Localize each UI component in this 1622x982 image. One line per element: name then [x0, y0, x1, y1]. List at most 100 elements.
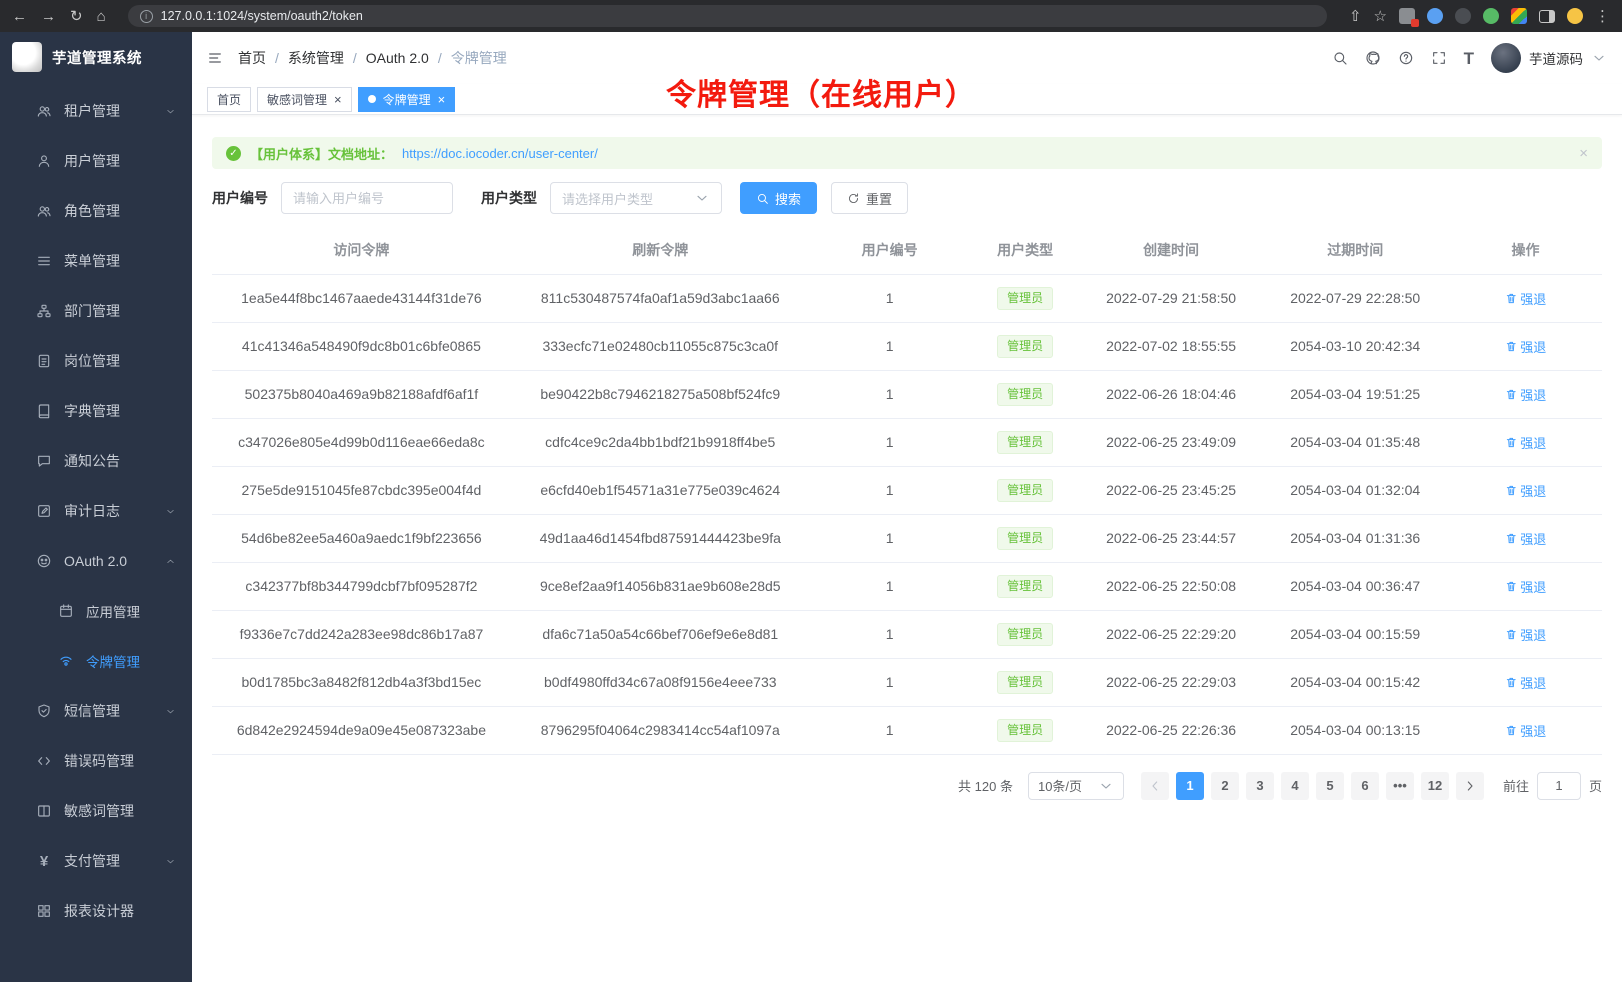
sidebar-item-user[interactable]: 用户管理 [0, 136, 192, 186]
doc-link[interactable]: https://doc.iocoder.cn/user-center/ [402, 146, 598, 161]
code-icon [36, 753, 52, 769]
breadcrumb-current: 令牌管理 [451, 48, 507, 68]
forward-button[interactable]: → [41, 9, 56, 24]
sidebar-item-label: 敏感词管理 [64, 801, 134, 821]
site-info-icon[interactable]: i [140, 10, 153, 23]
address-bar[interactable]: i 127.0.0.1:1024/system/oauth2/token [128, 5, 1327, 27]
prev-page-button[interactable] [1141, 772, 1169, 800]
table-row: 41c41346a548490f9dc8b01c6bfe0865 333ecfc… [212, 322, 1602, 370]
sidebar-item-report-designer[interactable]: 报表设计器 [0, 886, 192, 936]
app-logo[interactable]: 芋道管理系统 [0, 32, 192, 82]
create-time-cell: 2022-06-25 23:45:25 [1081, 466, 1262, 514]
user-type-badge: 管理员 [997, 527, 1053, 550]
extension-icon[interactable] [1427, 8, 1443, 24]
home-button[interactable]: ⌂ [97, 9, 106, 24]
github-icon[interactable] [1365, 50, 1381, 66]
page-button-12[interactable]: 12 [1421, 772, 1449, 800]
extension-icon[interactable] [1483, 8, 1499, 24]
force-logout-button[interactable]: 强退 [1505, 673, 1547, 692]
sidebar-item-oauth2[interactable]: OAuth 2.0 [0, 536, 192, 586]
extension-badge [1411, 19, 1419, 27]
force-logout-button[interactable]: 强退 [1505, 721, 1547, 740]
page-size-select[interactable]: 10条/页 [1028, 772, 1124, 800]
sidebar-item-tenant[interactable]: 租户管理 [0, 86, 192, 136]
sidebar-item-notice[interactable]: 通知公告 [0, 436, 192, 486]
page-button-4[interactable]: 4 [1281, 772, 1309, 800]
extension-icon[interactable] [1399, 8, 1415, 24]
help-icon[interactable] [1398, 50, 1414, 66]
sidebar-item-pay[interactable]: ¥ 支付管理 [0, 836, 192, 886]
sidebar-item-dict[interactable]: 字典管理 [0, 386, 192, 436]
sidebar-item-label: 令牌管理 [86, 651, 140, 671]
list-icon [36, 253, 52, 269]
user-id-input[interactable] [281, 182, 453, 214]
sidebar-item-audit-log[interactable]: 审计日志 [0, 486, 192, 536]
sidebar-item-dept[interactable]: 部门管理 [0, 286, 192, 336]
breadcrumb-oauth2[interactable]: OAuth 2.0 [366, 50, 451, 66]
extension-icon[interactable] [1455, 8, 1471, 24]
profile-avatar-icon[interactable] [1567, 8, 1583, 24]
sidebar-item-post[interactable]: 岗位管理 [0, 336, 192, 386]
page-button-2[interactable]: 2 [1211, 772, 1239, 800]
force-logout-button[interactable]: 强退 [1505, 433, 1547, 452]
broadcast-icon [58, 653, 74, 669]
trash-icon [1505, 292, 1518, 305]
breadcrumb-home[interactable]: 首页 [238, 48, 288, 68]
tab-home[interactable]: 首页 [207, 87, 251, 112]
sidebar-item-oauth2-token[interactable]: 令牌管理 [0, 636, 192, 686]
sidebar-item-label: 审计日志 [64, 501, 120, 521]
share-icon[interactable]: ⇧ [1349, 9, 1362, 24]
refresh-token-cell: 333ecfc71e02480cb11055c875c3ca0f [511, 322, 810, 370]
force-logout-button[interactable]: 强退 [1505, 481, 1547, 500]
font-size-icon[interactable]: T [1464, 50, 1474, 67]
browser-menu-icon[interactable]: ⋮ [1595, 9, 1610, 24]
search-button[interactable]: 搜索 [740, 182, 817, 214]
force-logout-label: 强退 [1520, 721, 1546, 740]
force-logout-button[interactable]: 强退 [1505, 385, 1547, 404]
bookmark-star-icon[interactable]: ☆ [1374, 9, 1387, 24]
sidebar-item-role[interactable]: 角色管理 [0, 186, 192, 236]
back-button[interactable]: ← [12, 9, 27, 24]
tab-sensitive-word[interactable]: 敏感词管理 × [257, 87, 352, 112]
sidebar-item-error-code[interactable]: 错误码管理 [0, 736, 192, 786]
user-menu[interactable]: 芋道源码 [1491, 43, 1607, 73]
goto-page-input[interactable] [1537, 772, 1581, 800]
force-logout-button[interactable]: 强退 [1505, 337, 1547, 356]
sidebar-item-menu[interactable]: 菜单管理 [0, 236, 192, 286]
force-logout-button[interactable]: 强退 [1505, 529, 1547, 548]
collapse-sidebar-icon[interactable] [207, 50, 223, 66]
alert-close-icon[interactable]: × [1579, 145, 1588, 162]
sidebar-item-label: 岗位管理 [64, 351, 120, 371]
close-icon[interactable]: × [334, 93, 342, 106]
trash-icon [1505, 436, 1518, 449]
force-logout-button[interactable]: 强退 [1505, 289, 1547, 308]
page-button-6[interactable]: 6 [1351, 772, 1379, 800]
success-check-icon: ✓ [226, 146, 241, 161]
sidebar-item-oauth2-app[interactable]: 应用管理 [0, 586, 192, 636]
page-button-3[interactable]: 3 [1246, 772, 1274, 800]
search-icon[interactable] [1332, 50, 1348, 66]
extensions-puzzle-icon[interactable] [1511, 8, 1527, 24]
force-logout-button[interactable]: 强退 [1505, 577, 1547, 596]
side-panel-icon[interactable] [1539, 10, 1555, 23]
reset-button[interactable]: 重置 [831, 182, 908, 214]
fullscreen-icon[interactable] [1431, 50, 1447, 66]
breadcrumb-system[interactable]: 系统管理 [288, 48, 366, 68]
more-pages-button[interactable]: ••• [1386, 772, 1414, 800]
user-type-badge: 管理员 [997, 623, 1053, 646]
user-type-select[interactable]: 请选择用户类型 [550, 182, 722, 214]
sidebar-item-sensitive-word[interactable]: 敏感词管理 [0, 786, 192, 836]
page-button-5[interactable]: 5 [1316, 772, 1344, 800]
close-icon[interactable]: × [438, 93, 446, 106]
force-logout-label: 强退 [1520, 625, 1546, 644]
tab-token[interactable]: 令牌管理 × [358, 87, 456, 112]
reload-button[interactable]: ↻ [70, 9, 83, 24]
logo-rabbit-image [12, 42, 42, 72]
force-logout-button[interactable]: 强退 [1505, 625, 1547, 644]
user-type-badge: 管理员 [997, 431, 1053, 454]
expire-time-cell: 2054-03-04 01:35:48 [1261, 418, 1449, 466]
page-button-1[interactable]: 1 [1176, 772, 1204, 800]
sidebar-item-sms[interactable]: 短信管理 [0, 686, 192, 736]
next-page-button[interactable] [1456, 772, 1484, 800]
col-user-id: 用户编号 [810, 226, 970, 274]
